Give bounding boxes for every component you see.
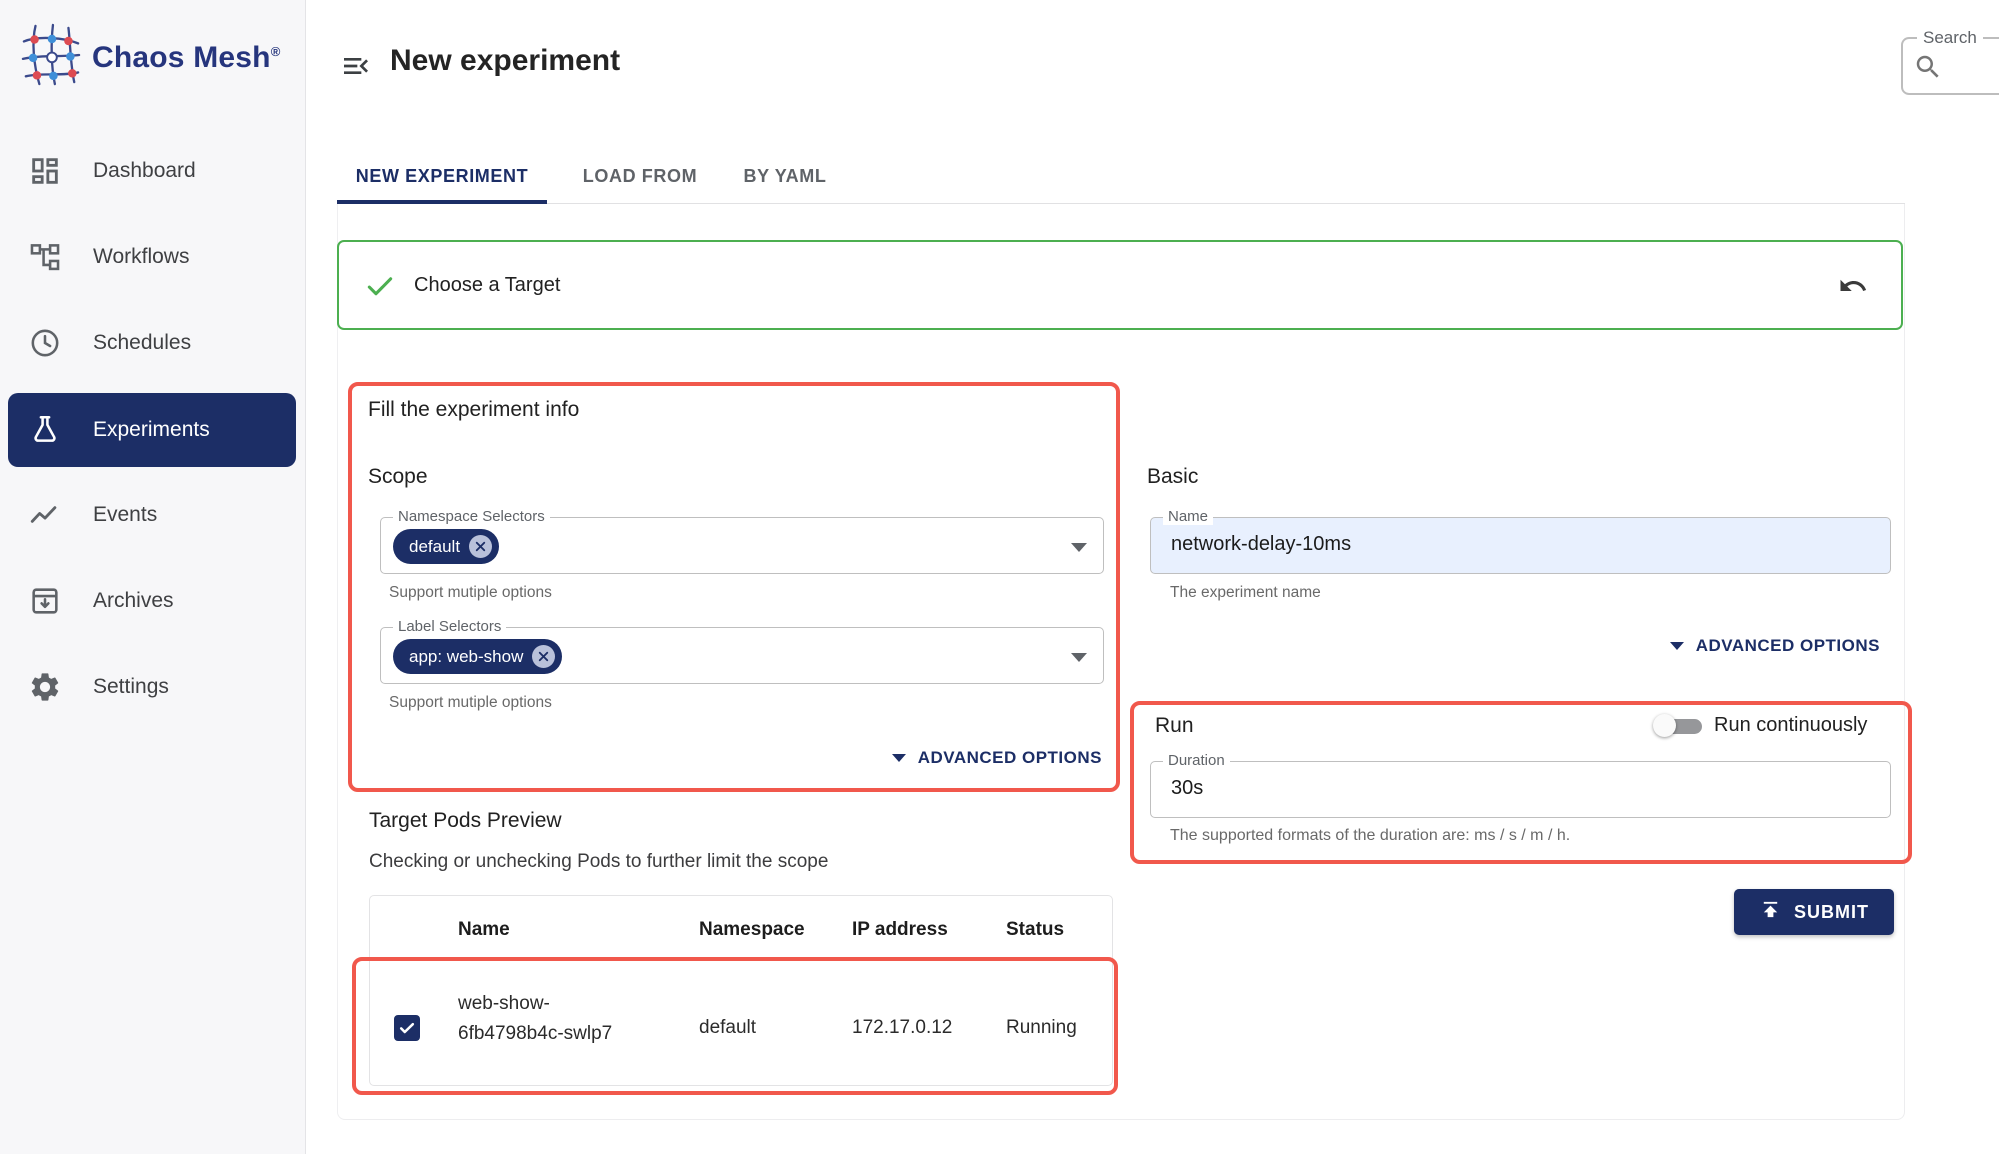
chaos-mesh-app: { "colors": { "primary": "#1c2e66", "ann… — [0, 0, 1999, 1154]
pod-namespace-cell: default — [699, 1017, 756, 1039]
search-input-label: Search — [1917, 28, 1983, 48]
advanced-options-label: ADVANCED OPTIONS — [1696, 636, 1880, 656]
sidebar: Chaos Mesh® Dashboard Workflows Schedule… — [0, 0, 306, 1154]
experiment-name-field[interactable]: Name network-delay-10ms — [1150, 517, 1891, 574]
clock-icon — [27, 325, 63, 361]
tab-by-yaml[interactable]: BY YAML — [725, 150, 845, 202]
sidebar-label: Workflows — [93, 245, 189, 269]
tab-new-experiment[interactable]: NEW EXPERIMENT — [337, 150, 547, 202]
namespace-selectors-field[interactable]: Namespace Selectors default — [380, 517, 1104, 574]
scope-heading: Scope — [368, 465, 428, 489]
chevron-down-icon[interactable] — [1071, 653, 1087, 662]
run-heading: Run — [1155, 714, 1194, 738]
caret-down-icon — [892, 754, 906, 762]
run-continuously-label: Run continuously — [1714, 714, 1867, 737]
pod-name-cell: web-show-6fb4798b4c-swlp7 — [458, 989, 643, 1049]
sidebar-label: Settings — [93, 675, 169, 699]
fill-experiment-info-title: Fill the experiment info — [368, 398, 579, 422]
search-input[interactable]: Search — [1901, 37, 1999, 95]
column-header-ip: IP address — [852, 919, 948, 941]
choose-target-panel[interactable] — [337, 240, 1903, 330]
duration-field-label: Duration — [1163, 752, 1230, 769]
flask-icon — [27, 412, 63, 448]
trend-line-icon — [27, 497, 63, 533]
pod-checkbox[interactable] — [394, 1015, 420, 1041]
pod-status-cell: Running — [1006, 1017, 1077, 1039]
sidebar-item-events[interactable]: Events — [8, 478, 296, 552]
target-pods-title: Target Pods Preview — [369, 809, 562, 833]
column-header-name: Name — [458, 919, 510, 941]
sidebar-label: Events — [93, 503, 157, 527]
namespace-selectors-label: Namespace Selectors — [393, 508, 550, 525]
basic-advanced-options[interactable]: ADVANCED OPTIONS — [1150, 636, 1880, 656]
name-field-value: network-delay-10ms — [1171, 533, 1351, 556]
tab-load-from[interactable]: LOAD FROM — [565, 150, 715, 202]
duration-field-value: 30s — [1171, 777, 1203, 800]
column-header-status: Status — [1006, 919, 1064, 941]
target-pods-subtitle: Checking or unchecking Pods to further l… — [369, 851, 828, 873]
sidebar-item-schedules[interactable]: Schedules — [8, 306, 296, 380]
duration-field[interactable]: Duration 30s — [1150, 761, 1891, 818]
dashboard-icon — [27, 153, 63, 189]
archive-icon — [27, 583, 63, 619]
brand-name: Chaos Mesh® — [92, 41, 281, 75]
chaos-mesh-mesh-icon — [20, 22, 82, 93]
undo-icon[interactable] — [1838, 271, 1868, 301]
chaos-mesh-logo: Chaos Mesh® — [20, 22, 281, 93]
sidebar-label: Dashboard — [93, 159, 196, 183]
sidebar-item-settings[interactable]: Settings — [8, 650, 296, 724]
chip-delete-icon[interactable] — [469, 535, 492, 558]
chip-delete-icon[interactable] — [532, 645, 555, 668]
sidebar-item-archives[interactable]: Archives — [8, 564, 296, 638]
column-header-namespace: Namespace — [699, 919, 805, 941]
namespace-chip[interactable]: default — [393, 529, 499, 564]
caret-down-icon — [1670, 642, 1684, 650]
menu-fold-icon[interactable] — [340, 50, 372, 82]
run-continuously-toggle[interactable] — [1653, 712, 1703, 740]
upload-icon — [1759, 898, 1782, 926]
label-selector-chip[interactable]: app: web-show — [393, 639, 562, 674]
sidebar-label: Experiments — [93, 418, 210, 442]
search-icon — [1913, 52, 1943, 82]
label-selectors-field[interactable]: Label Selectors app: web-show — [380, 627, 1104, 684]
pod-ip-cell: 172.17.0.12 — [852, 1017, 952, 1039]
submit-label: SUBMIT — [1794, 902, 1869, 923]
submit-button[interactable]: SUBMIT — [1734, 889, 1894, 935]
page-title: New experiment — [390, 44, 620, 78]
gear-icon — [27, 669, 63, 705]
scope-advanced-options[interactable]: ADVANCED OPTIONS — [380, 748, 1102, 768]
sidebar-item-workflows[interactable]: Workflows — [8, 220, 296, 294]
advanced-options-label: ADVANCED OPTIONS — [918, 748, 1102, 768]
name-helper-text: The experiment name — [1170, 584, 1321, 602]
name-field-label: Name — [1163, 508, 1213, 525]
sidebar-label: Archives — [93, 589, 174, 613]
sidebar-item-dashboard[interactable]: Dashboard — [8, 134, 296, 208]
chip-label: default — [409, 537, 460, 557]
toggle-thumb — [1653, 714, 1676, 737]
chip-label: app: web-show — [409, 647, 523, 667]
table-header-divider — [370, 959, 1112, 960]
basic-heading: Basic — [1147, 465, 1198, 489]
workflows-icon — [27, 239, 63, 275]
label-selectors-label: Label Selectors — [393, 618, 506, 635]
check-icon — [364, 270, 396, 302]
choose-target-title: Choose a Target — [414, 274, 560, 297]
sidebar-label: Schedules — [93, 331, 191, 355]
sidebar-item-experiments[interactable]: Experiments — [8, 393, 296, 467]
label-selector-helper-text: Support mutiple options — [389, 694, 552, 712]
duration-helper-text: The supported formats of the duration ar… — [1170, 827, 1570, 845]
chevron-down-icon[interactable] — [1071, 543, 1087, 552]
namespace-helper-text: Support mutiple options — [389, 584, 552, 602]
